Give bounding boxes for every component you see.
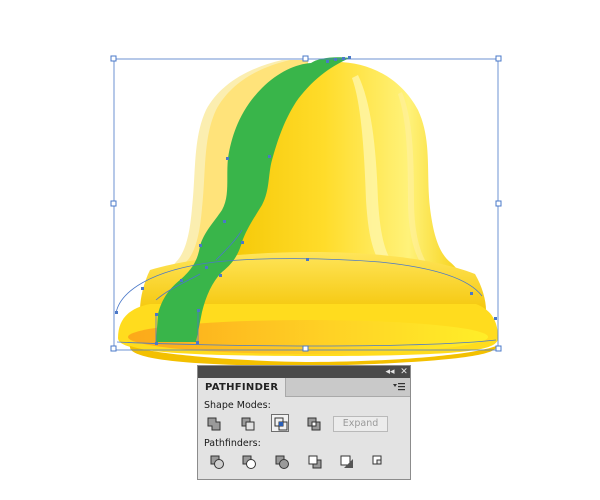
unite-button[interactable] [205,415,223,433]
intersect-icon [274,417,288,431]
pathfinder-panel: ◂◂ ✕ PATHFINDER Shape Modes: Expand Path… [197,365,411,480]
trim-button[interactable] [240,453,258,471]
exclude-icon [307,417,321,431]
minus-front-button[interactable] [239,415,257,433]
panel-tab-row: PATHFINDER [198,378,410,397]
collapse-panel-icon[interactable]: ◂◂ [384,366,396,378]
shape-modes-label: Shape Modes: [204,400,271,411]
intersect-button[interactable] [271,414,289,432]
divide-icon [210,455,224,469]
merge-icon [275,455,289,469]
divide-button[interactable] [208,453,226,471]
minus-back-button[interactable] [370,453,388,471]
tab-pathfinder[interactable]: PATHFINDER [198,378,287,397]
panel-menu-icon[interactable] [393,382,405,392]
crop-button[interactable] [306,453,324,471]
minus-front-icon [241,417,255,431]
close-panel-icon[interactable]: ✕ [398,366,410,378]
panel-title-bar[interactable]: ◂◂ ✕ [198,366,410,378]
exclude-button[interactable] [305,415,323,433]
merge-button[interactable] [273,453,291,471]
minus-back-icon [372,455,382,465]
unite-icon [207,417,221,431]
expand-button[interactable]: Expand [333,416,388,432]
crop-icon [308,455,322,469]
pathfinders-label: Pathfinders: [204,438,261,449]
trim-icon [242,455,256,469]
outline-icon [340,455,353,468]
outline-button[interactable] [338,453,356,471]
